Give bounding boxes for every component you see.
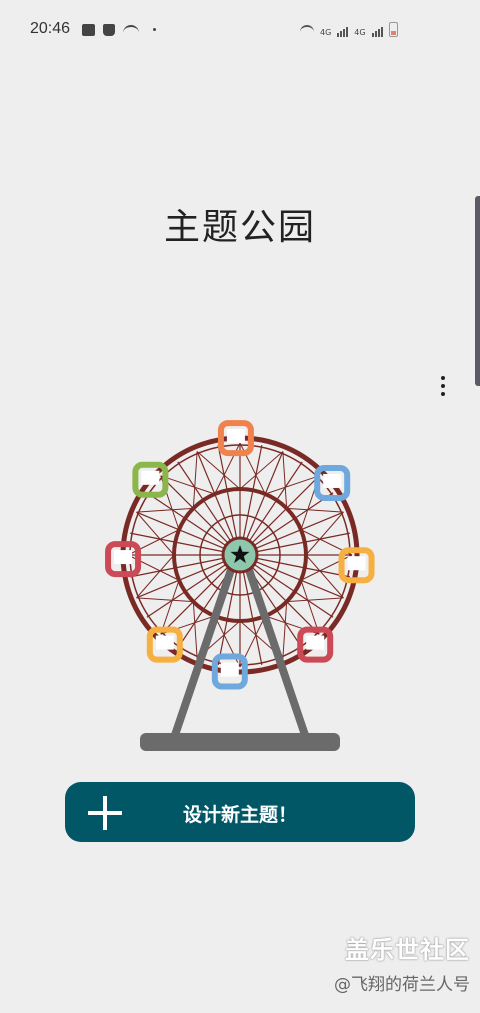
truss (136, 554, 175, 599)
truss (136, 507, 194, 513)
cabin-window (155, 635, 174, 650)
status-bar: 20:46 4G 4G (0, 0, 480, 60)
weather-icon (123, 25, 139, 37)
cabin-window (323, 473, 342, 488)
truss (160, 475, 215, 495)
ferris-wheel-illustration (105, 420, 375, 751)
battery-icon (388, 22, 398, 37)
signal-2-icon (371, 27, 383, 37)
more-options-button[interactable] (432, 372, 454, 400)
watermark-community: 盖乐世社区 (345, 936, 470, 964)
cabin-window (347, 556, 366, 571)
truss (239, 451, 284, 490)
truss (160, 580, 180, 635)
status-time: 20:46 (30, 20, 71, 37)
base (140, 733, 340, 751)
system-icons: 4G 4G (300, 22, 398, 37)
notification-icons (82, 22, 156, 37)
store-bag-icon (103, 23, 115, 36)
truss (136, 511, 175, 556)
network-1-label: 4G (320, 28, 332, 37)
truss (286, 507, 344, 513)
network-2-label: 4G (354, 28, 366, 37)
truss (196, 451, 241, 490)
truss (265, 475, 320, 495)
truss (136, 597, 194, 603)
truss (192, 601, 198, 659)
truss (286, 597, 344, 603)
page-title: 主题公园 (163, 207, 316, 248)
truss (305, 511, 344, 556)
more-notifications-icon (153, 28, 156, 31)
truss (300, 580, 320, 635)
cabin-window (220, 662, 239, 677)
watermark-author: @飞翔的荷兰人号 (334, 975, 470, 995)
hub (221, 536, 259, 574)
plus-icon[interactable] (88, 796, 122, 830)
cabin-window (141, 470, 160, 485)
gallery-icon (82, 23, 95, 36)
create-theme-label[interactable]: 设计新主题！ (140, 800, 340, 827)
cabin-window (226, 429, 245, 444)
cabin-window (114, 550, 133, 565)
cabin-window (306, 635, 325, 650)
truss (192, 451, 198, 509)
truss (282, 451, 288, 509)
truss (305, 554, 344, 599)
edge-panel-handle[interactable] (475, 196, 480, 386)
more-vert-icon (441, 376, 445, 380)
wifi-icon (300, 25, 314, 37)
signal-1-icon (337, 27, 349, 37)
truss (282, 601, 288, 659)
